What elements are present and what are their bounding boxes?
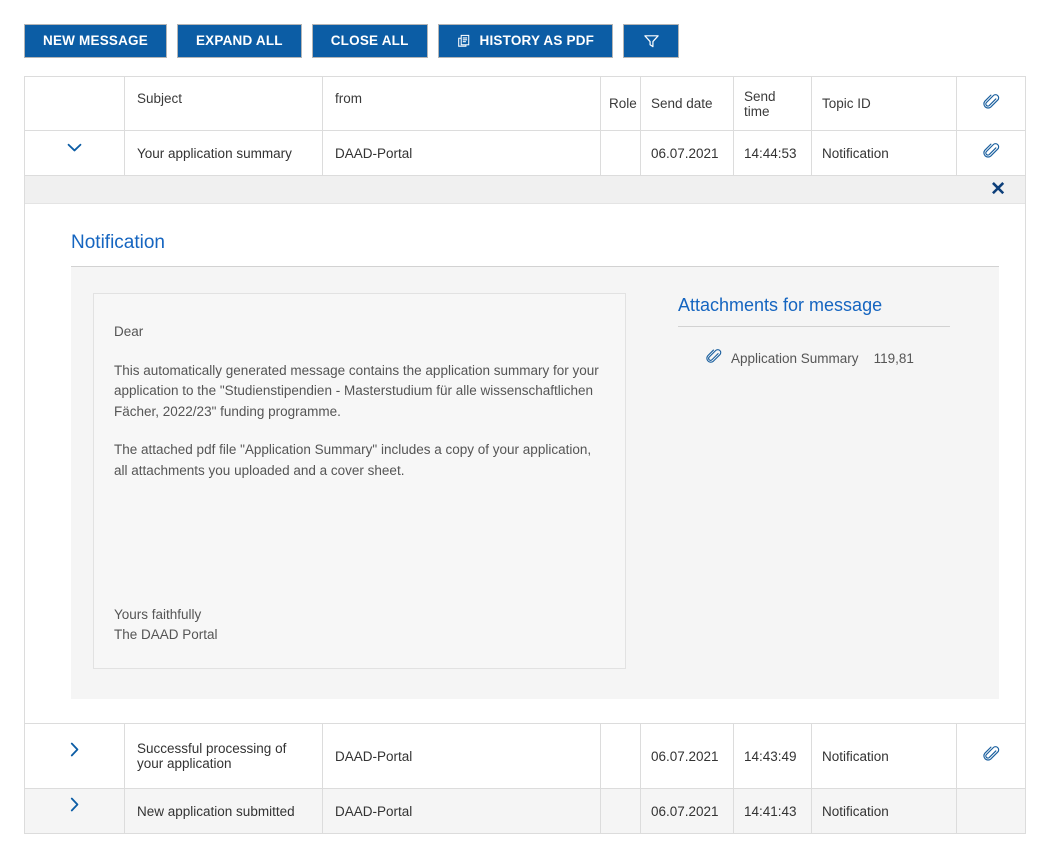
attachments-panel: Attachments for message Application Summ… [626, 293, 977, 669]
close-icon[interactable]: ✕ [990, 180, 1006, 199]
chevron-right-icon[interactable] [69, 741, 80, 761]
row-role [601, 724, 641, 788]
message-salutation: Dear [114, 324, 144, 339]
message-signature: Yours faithfully The DAAD Portal [114, 605, 218, 646]
header-send-time[interactable]: Send time [734, 77, 812, 130]
row-attachment-cell [957, 789, 1025, 833]
table-row[interactable]: Your application summary DAAD-Portal 06.… [25, 131, 1025, 176]
detail-panel: Dear This automatically generated messag… [71, 267, 999, 699]
expand-all-button[interactable]: EXPAND ALL [176, 24, 302, 58]
header-send-date[interactable]: Send date [641, 77, 734, 130]
chevron-down-icon[interactable] [66, 141, 83, 156]
row-send-time: 14:41:43 [734, 789, 812, 833]
filter-button[interactable] [623, 24, 680, 58]
row-send-date: 06.07.2021 [641, 724, 734, 788]
row-role [601, 789, 641, 833]
chevron-right-icon[interactable] [69, 796, 80, 816]
row-from: DAAD-Portal [323, 131, 601, 175]
row-send-time: 14:43:49 [734, 724, 812, 788]
message-paragraph-1: This automatically generated message con… [114, 362, 599, 419]
attachment-size: 119,81 [873, 351, 914, 366]
paperclip-icon[interactable] [982, 746, 1000, 766]
row-subject: Your application summary [125, 131, 323, 175]
row-topic-id: Notification [812, 724, 957, 788]
close-all-button[interactable]: CLOSE ALL [311, 24, 428, 58]
row-from: DAAD-Portal [323, 789, 601, 833]
message-body-box: Dear This automatically generated messag… [93, 293, 626, 669]
history-as-pdf-button[interactable]: HISTORY AS PDF [437, 24, 614, 58]
toolbar: NEW MESSAGE EXPAND ALL CLOSE ALL HISTORY… [24, 24, 1026, 58]
row-send-date: 06.07.2021 [641, 789, 734, 833]
table-header-row: Subject from Role Send date Send time To… [25, 77, 1025, 131]
table-row[interactable]: Successful processing of your applicatio… [25, 724, 1025, 789]
paperclip-icon[interactable] [982, 143, 1000, 163]
paperclip-icon [706, 349, 722, 368]
new-message-button[interactable]: NEW MESSAGE [24, 24, 167, 58]
message-paragraph-2: The attached pdf file "Application Summa… [114, 442, 592, 478]
paperclip-icon [982, 93, 1000, 114]
attachments-title: Attachments for message [678, 295, 883, 315]
header-toggle-cell [25, 77, 125, 130]
row-send-date: 06.07.2021 [641, 131, 734, 175]
header-attachment-column [957, 77, 1025, 130]
detail-close-bar: ✕ [25, 176, 1025, 204]
header-role[interactable]: Role [601, 77, 641, 130]
row-toggle-button[interactable] [25, 724, 125, 788]
row-topic-id: Notification [812, 789, 957, 833]
history-as-pdf-label: HISTORY AS PDF [479, 33, 595, 48]
row-attachment-cell[interactable] [957, 131, 1025, 175]
row-send-time: 14:44:53 [734, 131, 812, 175]
table-row[interactable]: New application submitted DAAD-Portal 06… [25, 789, 1025, 834]
row-attachment-cell[interactable] [957, 724, 1025, 788]
row-toggle-button[interactable] [25, 131, 125, 175]
message-closing-line-2: The DAAD Portal [114, 627, 218, 643]
header-subject[interactable]: Subject [125, 77, 323, 130]
funnel-filter-icon [643, 33, 660, 49]
attachment-list-item[interactable]: Application Summary 119,81 [678, 349, 977, 368]
detail-title: Notification [71, 232, 165, 253]
attachments-divider [678, 326, 950, 327]
messages-table: Subject from Role Send date Send time To… [24, 76, 1026, 834]
row-subject: New application submitted [125, 789, 323, 833]
attachment-name: Application Summary [731, 351, 859, 366]
header-topic-id[interactable]: Topic ID [812, 77, 957, 130]
row-subject: Successful processing of your applicatio… [125, 724, 323, 788]
row-from: DAAD-Portal [323, 724, 601, 788]
row-topic-id: Notification [812, 131, 957, 175]
message-closing-line-1: Yours faithfully [114, 606, 202, 622]
header-from[interactable]: from [323, 77, 601, 130]
detail-body: Notification Dear This automatically gen… [25, 204, 1025, 723]
expanded-message-detail: ✕ Notification Dear This automatically g… [25, 176, 1025, 724]
row-toggle-button[interactable] [25, 789, 125, 833]
print-document-icon [457, 34, 472, 49]
row-role [601, 131, 641, 175]
